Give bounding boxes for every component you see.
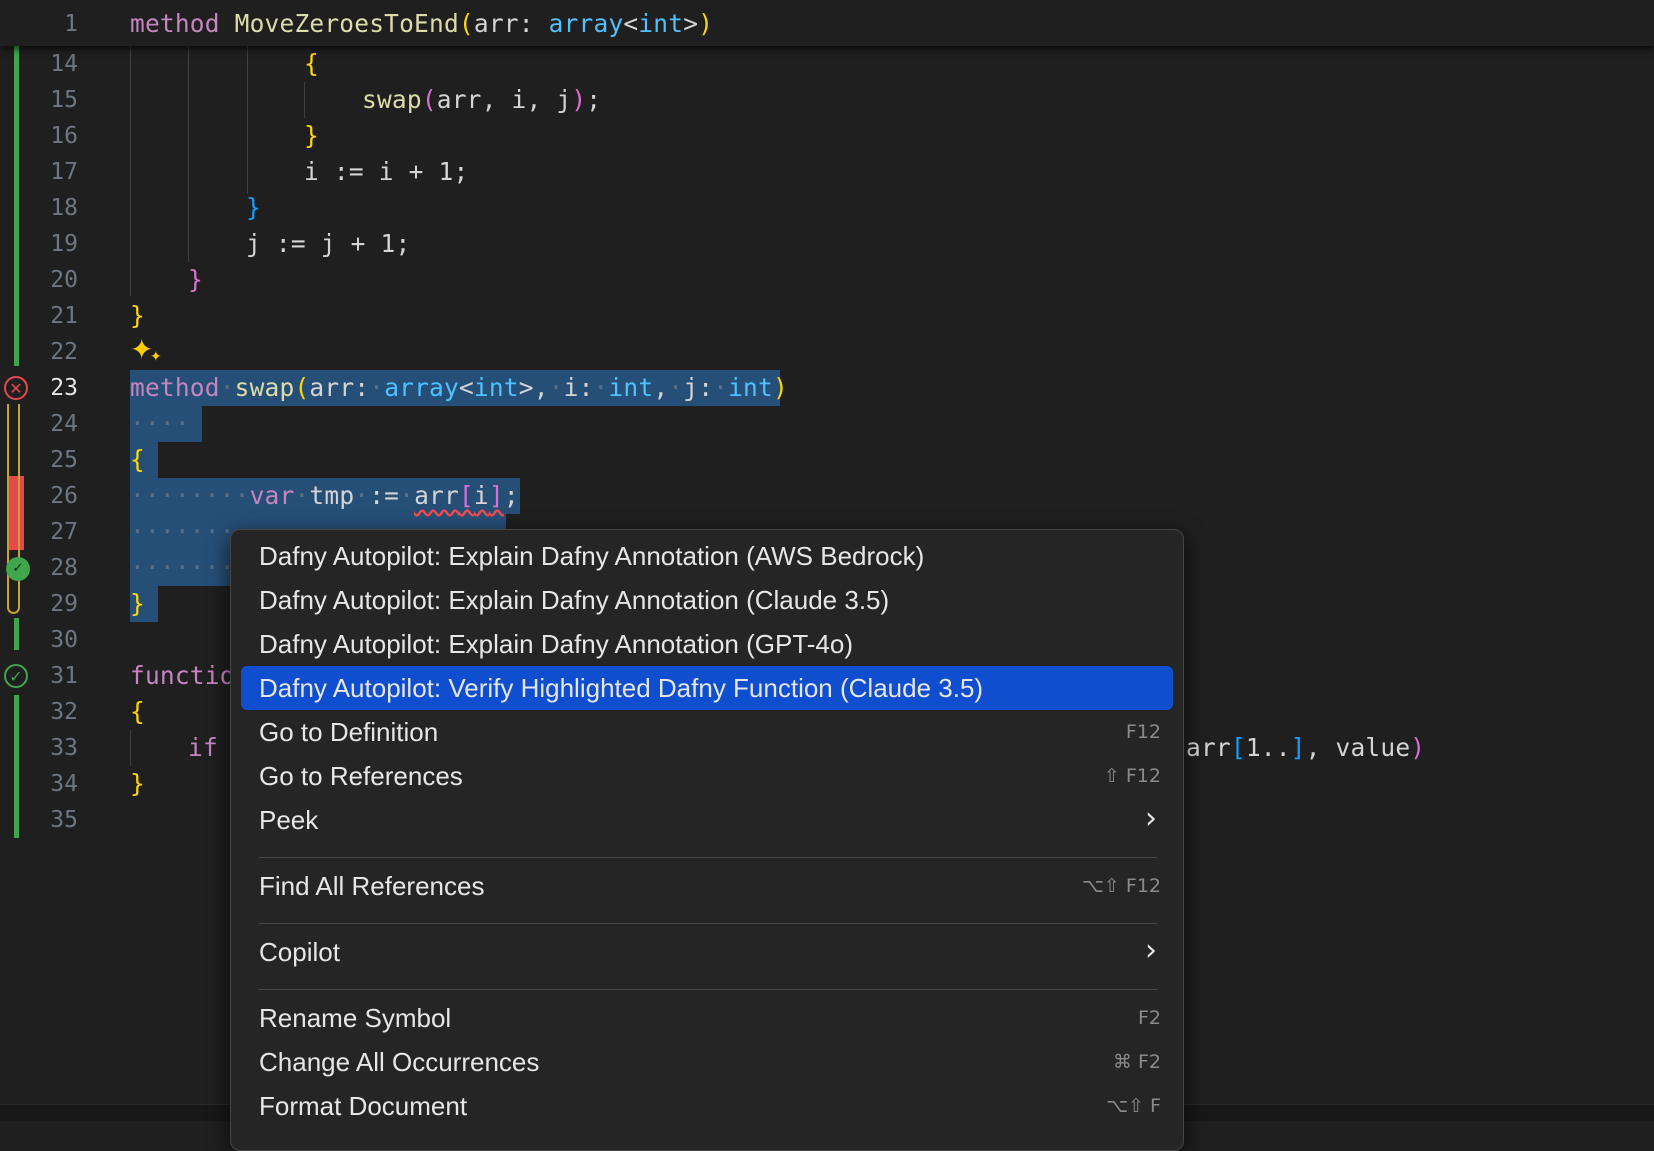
code-text: }	[246, 193, 261, 222]
code-text: j := j + 1;	[246, 229, 411, 258]
menu-separator	[259, 989, 1157, 990]
menu-item-label: Rename Symbol	[259, 1003, 452, 1033]
menu-item-label: Copilot	[259, 937, 340, 967]
menu-item-explain-gpt4o[interactable]: Dafny Autopilot: Explain Dafny Annotatio…	[241, 622, 1173, 666]
code-text: ········var·tmp·:=·arr[i];	[130, 481, 519, 510]
sticky-scroll-header[interactable]: 1 method MoveZeroesToEnd(arr: array<int>…	[0, 0, 1654, 46]
menu-item-shortcut: ⌥⇧ F	[1106, 1095, 1161, 1117]
line-number: 18	[50, 195, 78, 221]
line-number: 32	[50, 699, 78, 725]
code-text: }	[188, 265, 203, 294]
code-line[interactable]: 25 {	[0, 442, 1654, 478]
menu-item-label: Go to Definition	[259, 717, 439, 747]
context-menu[interactable]: Dafny Autopilot: Explain Dafny Annotatio…	[230, 529, 1184, 1151]
code-text: i := i + 1;	[304, 157, 469, 186]
line-number: 29	[50, 591, 78, 617]
line-number: 31	[50, 663, 78, 689]
code-text: method MoveZeroesToEnd(arr: array<int>)	[130, 9, 714, 38]
menu-item-shortcut: ⇧ F12	[1103, 765, 1161, 787]
line-number: 22	[50, 339, 78, 365]
menu-item-label: Find All References	[259, 871, 485, 901]
code-line[interactable]: 24 ····	[0, 406, 1654, 442]
line-number: 17	[50, 159, 78, 185]
line-number: 25	[50, 447, 78, 473]
menu-item-verify-highlighted[interactable]: Dafny Autopilot: Verify Highlighted Dafn…	[241, 666, 1173, 710]
code-text-tail: arr[1..], value)	[1186, 733, 1426, 762]
code-line[interactable]: 20 }	[0, 262, 1654, 298]
code-line[interactable]: 21 }	[0, 298, 1654, 334]
line-number: 21	[50, 303, 78, 329]
chevron-right-icon: ›	[1145, 801, 1157, 836]
code-text: swap(arr, i, j);	[362, 85, 602, 114]
code-text: }	[130, 301, 145, 330]
code-line[interactable]: 18 }	[0, 190, 1654, 226]
menu-item-copilot[interactable]: Copilot ›	[241, 930, 1173, 974]
code-text: if	[188, 733, 218, 762]
menu-item-label: Change All Occurrences	[259, 1047, 540, 1077]
code-text: }	[304, 121, 319, 150]
menu-item-rename-symbol[interactable]: Rename Symbol F2	[241, 996, 1173, 1040]
line-number: 28	[50, 555, 78, 581]
code-text: method·swap(arr:·array<int>,·i:·int,·j:·…	[130, 373, 788, 402]
menu-item-shortcut: ⌘ F2	[1112, 1051, 1161, 1073]
line-number: 1	[64, 11, 78, 37]
menu-item-label: Go to References	[259, 761, 463, 791]
line-number: 30	[50, 627, 78, 653]
whitespace-markers: ····	[130, 409, 190, 438]
code-line[interactable]: 19 j := j + 1;	[0, 226, 1654, 262]
menu-item-go-to-references[interactable]: Go to References ⇧ F12	[241, 754, 1173, 798]
menu-item-explain-aws-bedrock[interactable]: Dafny Autopilot: Explain Dafny Annotatio…	[241, 534, 1173, 578]
line-number: 20	[50, 267, 78, 293]
line-number: 16	[50, 123, 78, 149]
menu-item-explain-claude[interactable]: Dafny Autopilot: Explain Dafny Annotatio…	[241, 578, 1173, 622]
menu-item-peek[interactable]: Peek ›	[241, 798, 1173, 842]
menu-item-shortcut: F2	[1137, 1007, 1161, 1029]
code-text: functio	[130, 661, 235, 690]
menu-item-label: Dafny Autopilot: Explain Dafny Annotatio…	[259, 585, 890, 615]
code-text: }	[130, 589, 145, 618]
menu-item-label: Dafny Autopilot: Explain Dafny Annotatio…	[259, 629, 854, 659]
sparkle-icon: ✦	[150, 349, 162, 365]
code-text: }	[130, 769, 145, 798]
menu-item-format-document[interactable]: Format Document ⌥⇧ F	[241, 1084, 1173, 1128]
line-number: 23	[50, 375, 78, 401]
line-number: 27	[50, 519, 78, 545]
code-line[interactable]: 16 }	[0, 118, 1654, 154]
menu-item-label: Format Document	[259, 1091, 468, 1121]
menu-item-label: Dafny Autopilot: Explain Dafny Annotatio…	[259, 541, 925, 571]
chevron-right-icon: ›	[1145, 933, 1157, 968]
menu-item-change-all-occurrences[interactable]: Change All Occurrences ⌘ F2	[241, 1040, 1173, 1084]
menu-item-go-to-definition[interactable]: Go to Definition F12	[241, 710, 1173, 754]
menu-item-label: Peek	[259, 805, 319, 835]
menu-item-label: Dafny Autopilot: Verify Highlighted Dafn…	[259, 673, 984, 703]
line-number: 24	[50, 411, 78, 437]
code-line[interactable]: 17 i := i + 1;	[0, 154, 1654, 190]
code-line[interactable]: 15 swap(arr, i, j);	[0, 82, 1654, 118]
menu-item-shortcut: F12	[1125, 721, 1161, 743]
menu-separator	[259, 923, 1157, 924]
line-number: 33	[50, 735, 78, 761]
line-number: 14	[50, 51, 78, 77]
code-text: {	[304, 49, 319, 78]
line-number: 34	[50, 771, 78, 797]
code-text: {	[130, 697, 145, 726]
menu-separator	[259, 857, 1157, 858]
menu-item-find-all-references[interactable]: Find All References ⌥⇧ F12	[241, 864, 1173, 908]
line-number: 26	[50, 483, 78, 509]
code-line[interactable]: 23 method·swap(arr:·array<int>,·i:·int,·…	[0, 370, 1654, 406]
line-number: 15	[50, 87, 78, 113]
line-number: 35	[50, 807, 78, 833]
code-line[interactable]: 26 ········var·tmp·:=·arr[i];	[0, 478, 1654, 514]
line-number: 19	[50, 231, 78, 257]
code-line[interactable]: 22 ✦ ✦	[0, 334, 1654, 370]
menu-item-shortcut: ⌥⇧ F12	[1082, 875, 1161, 897]
code-line[interactable]: 14 {	[0, 46, 1654, 82]
code-text: {	[130, 445, 145, 474]
